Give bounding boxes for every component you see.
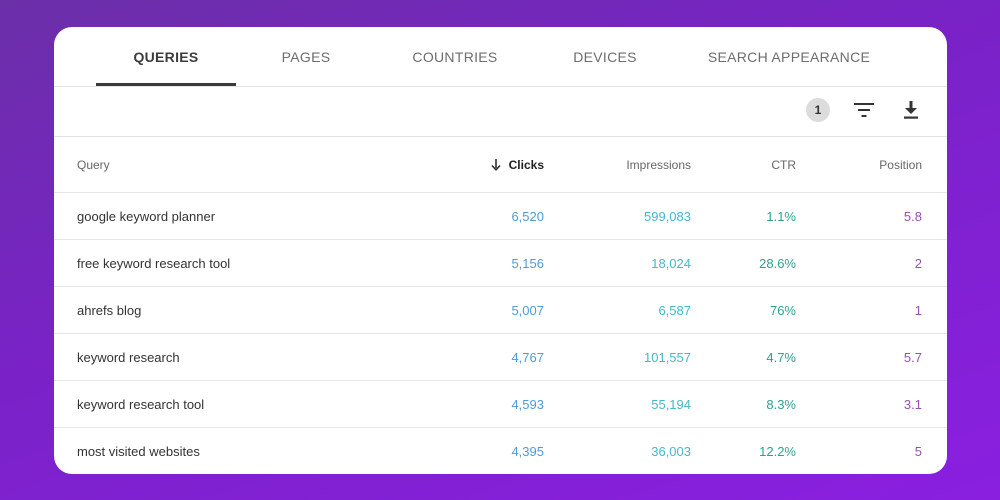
clicks-cell: 5,156: [511, 255, 544, 271]
table-row[interactable]: ahrefs blog 5,007 6,587 76% 1: [54, 287, 947, 334]
ctr-cell: 8.3%: [766, 396, 796, 412]
position-cell: 2: [914, 255, 922, 271]
ctr-cell: 4.7%: [766, 349, 796, 365]
query-cell: google keyword planner: [77, 208, 216, 224]
column-header-ctr[interactable]: CTR: [771, 137, 796, 192]
query-cell: keyword research tool: [77, 396, 205, 412]
position-cell: 5: [914, 444, 922, 459]
column-header-clicks[interactable]: Clicks: [491, 137, 544, 192]
clicks-cell: 6,520: [511, 208, 544, 224]
performance-card: QUERIES PAGES COUNTRIES DEVICES SEARCH A…: [54, 27, 947, 474]
column-header-query[interactable]: Query: [77, 137, 110, 192]
clicks-cell: 4,593: [511, 396, 544, 412]
impressions-cell: 101,557: [644, 349, 691, 365]
column-header-position[interactable]: Position: [879, 137, 922, 192]
clicks-cell: 5,007: [511, 302, 544, 318]
query-cell: free keyword research tool: [77, 255, 231, 271]
table-header-row: Query Clicks Impressions CTR Position: [54, 137, 947, 193]
impressions-cell: 36,003: [651, 444, 691, 459]
table-toolbar: 1: [54, 87, 947, 137]
column-header-clicks-label: Clicks: [508, 157, 544, 172]
table-row[interactable]: google keyword planner 6,520 599,083 1.1…: [54, 193, 947, 240]
clicks-cell: 4,767: [511, 349, 544, 365]
arrow-down-icon: [491, 158, 501, 171]
tab-countries[interactable]: COUNTRIES: [385, 27, 525, 87]
table-row[interactable]: keyword research 4,767 101,557 4.7% 5.7: [54, 334, 947, 381]
clicks-cell: 4,395: [511, 444, 544, 459]
query-cell: keyword research: [77, 349, 180, 365]
position-cell: 5.7: [903, 349, 922, 365]
table-row[interactable]: keyword research tool 4,593 55,194 8.3% …: [54, 381, 947, 428]
position-cell: 1: [914, 302, 922, 318]
position-cell: 3.1: [903, 396, 922, 412]
query-cell: most visited websites: [77, 444, 200, 459]
impressions-cell: 599,083: [644, 208, 691, 224]
tab-pages[interactable]: PAGES: [246, 27, 366, 87]
query-cell: ahrefs blog: [77, 302, 142, 318]
ctr-cell: 12.2%: [759, 444, 796, 459]
download-icon[interactable]: [898, 97, 924, 123]
ctr-cell: 28.6%: [759, 255, 796, 271]
impressions-cell: 6,587: [658, 302, 691, 318]
filter-count-badge[interactable]: 1: [806, 98, 830, 122]
impressions-cell: 18,024: [651, 255, 691, 271]
position-cell: 5.8: [903, 208, 922, 224]
tab-devices[interactable]: DEVICES: [545, 27, 665, 87]
tab-bar: QUERIES PAGES COUNTRIES DEVICES SEARCH A…: [54, 27, 947, 87]
impressions-cell: 55,194: [651, 396, 691, 412]
table-row[interactable]: free keyword research tool 5,156 18,024 …: [54, 240, 947, 287]
ctr-cell: 76%: [769, 302, 796, 318]
active-tab-indicator: [96, 83, 236, 86]
filter-icon[interactable]: [851, 97, 877, 123]
table-row[interactable]: most visited websites 4,395 36,003 12.2%…: [54, 428, 947, 474]
column-header-impressions[interactable]: Impressions: [626, 137, 691, 192]
ctr-cell: 1.1%: [766, 208, 796, 224]
tab-search-appearance[interactable]: SEARCH APPEARANCE: [694, 27, 884, 87]
tab-queries[interactable]: QUERIES: [96, 27, 236, 87]
